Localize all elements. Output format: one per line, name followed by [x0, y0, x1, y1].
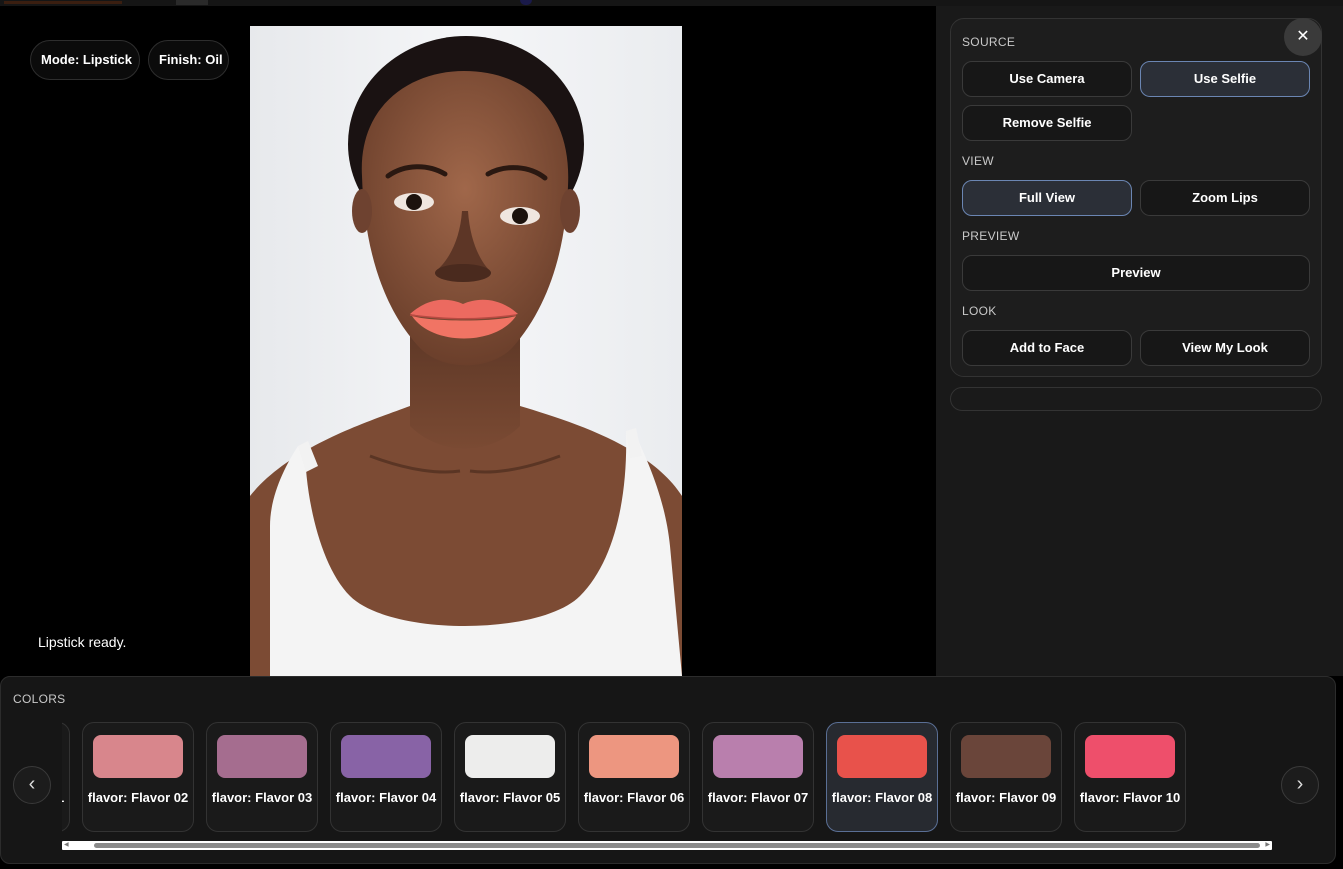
- swatch-label: flavor: Flavor 09: [955, 790, 1057, 805]
- use-selfie-button[interactable]: Use Selfie: [1140, 61, 1310, 97]
- tryon-stage: Mode: Lipstick Finish: Oil Lipstick read…: [0, 6, 936, 676]
- swatch-color-chip: [837, 735, 927, 778]
- empty-status-bar: [950, 387, 1322, 411]
- preview-label: PREVIEW: [962, 229, 1020, 243]
- preview-button[interactable]: Preview: [962, 255, 1310, 291]
- zoom-lips-button[interactable]: Zoom Lips: [1140, 180, 1310, 216]
- swatch-color-chip: [465, 735, 555, 778]
- view-my-look-button[interactable]: View My Look: [1140, 330, 1310, 366]
- swatch-label: flavor: Flavor 06: [583, 790, 685, 805]
- swatch-label: flavor: Flavor 03: [211, 790, 313, 805]
- use-camera-button[interactable]: Use Camera: [962, 61, 1132, 97]
- add-to-face-button[interactable]: Add to Face: [962, 330, 1132, 366]
- tab-remnant: [520, 0, 532, 5]
- color-swatch[interactable]: flavor: Flavor 07: [702, 722, 814, 832]
- swatch-color-chip: [217, 735, 307, 778]
- color-swatch[interactable]: flavor: Flavor 06: [578, 722, 690, 832]
- remove-selfie-button[interactable]: Remove Selfie: [962, 105, 1132, 141]
- close-icon[interactable]: ✕: [1284, 18, 1322, 56]
- mode-chip[interactable]: Mode: Lipstick: [30, 40, 140, 80]
- scroll-right-arrow-icon[interactable]: ▶: [1265, 842, 1270, 849]
- color-swatch[interactable]: flavor: Flavor 02: [82, 722, 194, 832]
- colors-tray: COLORS ‹ flavor: Flavor 01flavor: Flavor…: [0, 676, 1336, 864]
- scroll-left-icon[interactable]: ‹: [13, 766, 51, 804]
- tab-remnant: [176, 0, 208, 5]
- swatch-carousel: flavor: Flavor 01 flavor: Flavor 02 flavor…: [62, 722, 1272, 834]
- look-label: LOOK: [962, 304, 997, 318]
- color-swatch[interactable]: flavor: Flavor 01: [62, 722, 70, 832]
- swatch-label: flavor: Flavor 10: [1079, 790, 1181, 805]
- horizontal-scrollbar[interactable]: ◀ ▶: [62, 841, 1272, 850]
- swatch-label: flavor: Flavor 02: [87, 790, 189, 805]
- colors-label: COLORS: [13, 692, 66, 706]
- color-swatch[interactable]: flavor: Flavor 09: [950, 722, 1062, 832]
- color-swatch[interactable]: flavor: Flavor 10: [1074, 722, 1186, 832]
- controls-card: SOURCE Use Camera Use Selfie Remove Self…: [950, 18, 1322, 377]
- color-swatch[interactable]: flavor: Flavor 08: [826, 722, 938, 832]
- tab-remnant: [4, 1, 122, 4]
- swatch-label: flavor: Flavor 05: [459, 790, 561, 805]
- swatch-label: flavor: Flavor 01: [62, 790, 67, 806]
- scroll-left-arrow-icon[interactable]: ◀: [64, 842, 69, 849]
- scrollbar-thumb[interactable]: [94, 843, 1260, 848]
- control-panel: SOURCE Use Camera Use Selfie Remove Self…: [936, 6, 1343, 676]
- swatch-color-chip: [961, 735, 1051, 778]
- swatch-color-chip: [341, 735, 431, 778]
- color-swatch[interactable]: flavor: Flavor 03: [206, 722, 318, 832]
- finish-chip[interactable]: Finish: Oil: [148, 40, 229, 80]
- selfie-illustration: [250, 26, 682, 676]
- swatch-color-chip: [1085, 735, 1175, 778]
- swatch-label: flavor: Flavor 08: [831, 790, 933, 805]
- swatch-label: flavor: Flavor 04: [335, 790, 437, 805]
- view-label: VIEW: [962, 154, 994, 168]
- selfie-photo: [250, 26, 682, 676]
- swatch-color-chip: [93, 735, 183, 778]
- status-text: Lipstick ready.: [38, 634, 127, 650]
- color-swatch[interactable]: flavor: Flavor 04: [330, 722, 442, 832]
- scroll-right-icon[interactable]: ›: [1281, 766, 1319, 804]
- swatch-color-chip: [713, 735, 803, 778]
- full-view-button[interactable]: Full View: [962, 180, 1132, 216]
- source-label: SOURCE: [962, 35, 1016, 49]
- swatch-label: flavor: Flavor 07: [707, 790, 809, 805]
- color-swatch[interactable]: flavor: Flavor 05: [454, 722, 566, 832]
- swatch-color-chip: [589, 735, 679, 778]
